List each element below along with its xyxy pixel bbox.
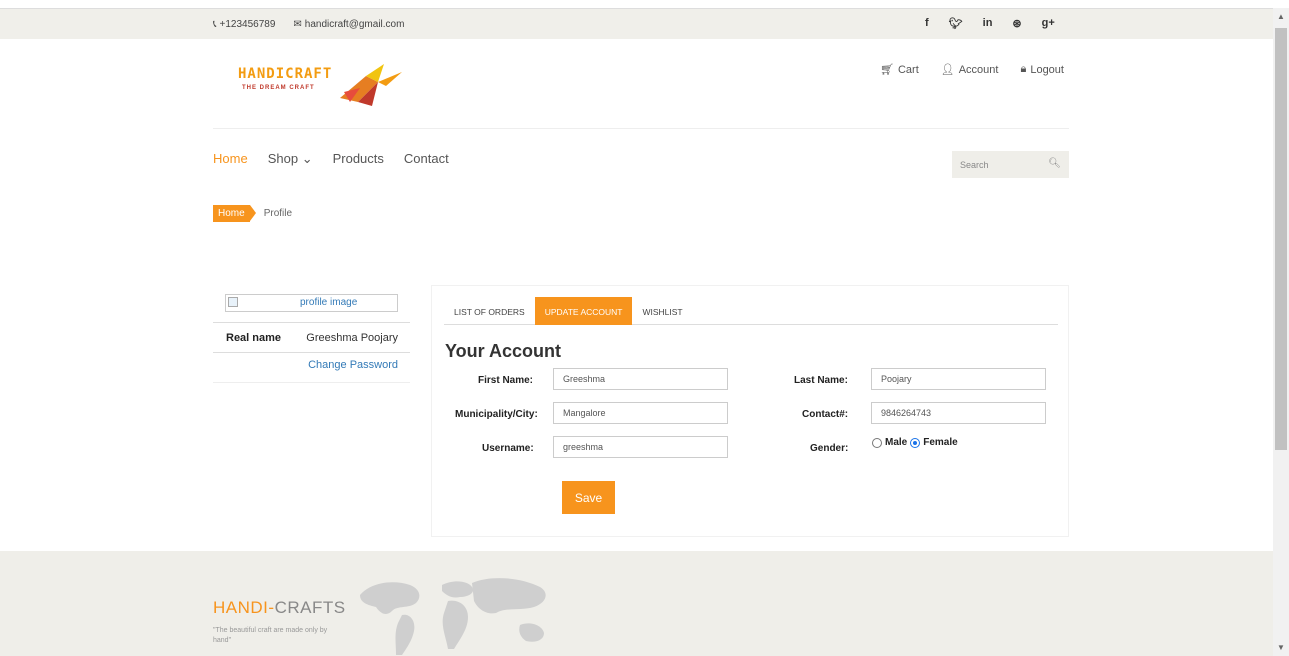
account-link[interactable]: 👤︎ Account — [940, 63, 999, 77]
footer-brand: HANDI-CRAFTS — [213, 598, 346, 618]
gender-options: Male Female — [872, 437, 958, 448]
gender-male-label[interactable]: Male — [885, 437, 907, 448]
account-tabs: LIST OF ORDERS UPDATE ACCOUNT WISHLIST — [444, 297, 1058, 325]
dribbble-icon[interactable]: ⊛ — [1012, 17, 1021, 30]
footer-slogan: "The beautiful craft are made only by ha… — [213, 627, 328, 644]
scroll-down-icon[interactable]: ▼ — [1277, 643, 1285, 652]
gender-label: Gender: — [810, 443, 849, 454]
city-field[interactable]: Mangalore — [553, 402, 728, 424]
scroll-up-icon[interactable]: ▲ — [1277, 12, 1285, 21]
linkedin-icon[interactable]: in — [983, 17, 993, 30]
first-name-label: First Name: — [478, 375, 534, 386]
twitter-icon[interactable]: 🐦︎ — [949, 17, 963, 30]
phone-item: 📞︎ +123456789 — [213, 19, 275, 30]
last-name-field[interactable]: Poojary — [871, 368, 1046, 390]
email-item[interactable]: ✉ handicraft@gmail.com — [293, 19, 404, 30]
form-title: Your Account — [445, 341, 561, 361]
footer: HANDI-CRAFTS "The beautiful craft are ma… — [0, 551, 1273, 656]
main-nav: Home Shop ⌄ Products Contact — [213, 151, 449, 167]
nav-shop-label: Shop — [267, 151, 299, 166]
phone-text: +123456789 — [219, 19, 276, 30]
account-label: Account — [958, 63, 999, 76]
gender-female-label[interactable]: Female — [923, 437, 957, 448]
search-input[interactable]: Search — [960, 160, 989, 170]
breadcrumb-home[interactable]: Home — [213, 205, 256, 222]
nav-products[interactable]: Products — [333, 151, 384, 167]
save-button[interactable]: Save — [562, 481, 615, 514]
envelope-icon: ✉ — [293, 19, 302, 30]
sidebar-bottom-border — [213, 382, 410, 383]
contact-info: 📞︎ +123456789 ✉ handicraft@gmail.com — [213, 19, 404, 30]
logo-word: HANDICRAFT — [238, 66, 333, 82]
change-password-link[interactable]: Change Password — [308, 359, 398, 371]
site-logo[interactable]: HANDICRAFT THE DREAM CRAFT — [238, 62, 408, 110]
logo-tagline: THE DREAM CRAFT — [242, 85, 315, 91]
logout-link[interactable]: 🔒︎ Logout — [1020, 63, 1064, 76]
google-plus-icon[interactable]: g+ — [1042, 17, 1055, 30]
broken-image-icon — [228, 297, 238, 307]
gender-female-radio[interactable] — [910, 437, 921, 448]
real-name-value: Greeshma Poojary — [306, 332, 398, 344]
footer-brand-highlight: HANDI- — [213, 598, 275, 617]
real-name-row: Real name Greeshma Poojary — [213, 322, 410, 352]
breadcrumb: Home Profile — [213, 205, 292, 222]
profile-image: profile image — [225, 294, 398, 312]
search-icon[interactable]: 🔍︎ — [1048, 158, 1061, 169]
gender-male-radio[interactable] — [872, 437, 882, 448]
footer-brand-rest: CRAFTS — [274, 598, 346, 617]
breadcrumb-current: Profile — [263, 208, 293, 219]
change-password-row: Change Password — [213, 352, 410, 382]
header-links: 🛒︎ Cart 👤︎ Account 🔒︎ Logout — [880, 63, 1064, 76]
tab-list-of-orders[interactable]: LIST OF ORDERS — [444, 297, 535, 325]
city-label: Municipality/City: — [455, 409, 538, 420]
tab-update-account[interactable]: UPDATE ACCOUNT — [534, 297, 633, 325]
phone-icon: 📞︎ — [213, 19, 217, 30]
contact-field[interactable]: 9846264743 — [871, 402, 1046, 424]
bird-icon — [340, 64, 402, 106]
search-box[interactable]: Search 🔍︎ — [952, 151, 1069, 178]
social-links: f 🐦︎ in ⊛ g+ — [925, 17, 1055, 30]
account-panel: LIST OF ORDERS UPDATE ACCOUNT WISHLIST Y… — [431, 285, 1069, 537]
first-name-field[interactable]: Greeshma — [553, 368, 728, 390]
cart-label: Cart — [897, 63, 919, 76]
last-name-label: Last Name: — [794, 375, 848, 386]
user-icon: 👤︎ — [940, 64, 955, 76]
cart-icon: 🛒︎ — [880, 64, 894, 76]
scrollbar-thumb[interactable] — [1275, 28, 1287, 450]
nav-shop[interactable]: Shop ⌄ — [268, 151, 313, 167]
username-field[interactable]: greeshma — [553, 436, 728, 458]
world-map-icon — [360, 578, 546, 655]
facebook-icon[interactable]: f — [925, 17, 929, 30]
top-bar: 📞︎ +123456789 ✉ handicraft@gmail.com f 🐦… — [0, 8, 1273, 39]
chevron-down-icon: ⌄ — [301, 151, 313, 166]
contact-label: Contact#: — [802, 409, 849, 420]
nav-contact[interactable]: Contact — [404, 151, 449, 167]
username-label: Username: — [482, 443, 534, 454]
profile-sidebar: profile image Real name Greeshma Poojary… — [213, 287, 410, 383]
real-name-label: Real name — [226, 332, 282, 344]
header-divider — [213, 128, 1069, 129]
page-scrollbar[interactable]: ▲ ▼ — [1273, 8, 1289, 656]
nav-home[interactable]: Home — [213, 151, 248, 167]
profile-image-alt: profile image — [300, 297, 358, 308]
logout-label: Logout — [1030, 63, 1064, 76]
lock-icon: 🔒︎ — [1020, 63, 1027, 75]
cart-link[interactable]: 🛒︎ Cart — [880, 63, 919, 77]
tab-wishlist[interactable]: WISHLIST — [632, 297, 692, 325]
email-text[interactable]: handicraft@gmail.com — [305, 19, 405, 30]
